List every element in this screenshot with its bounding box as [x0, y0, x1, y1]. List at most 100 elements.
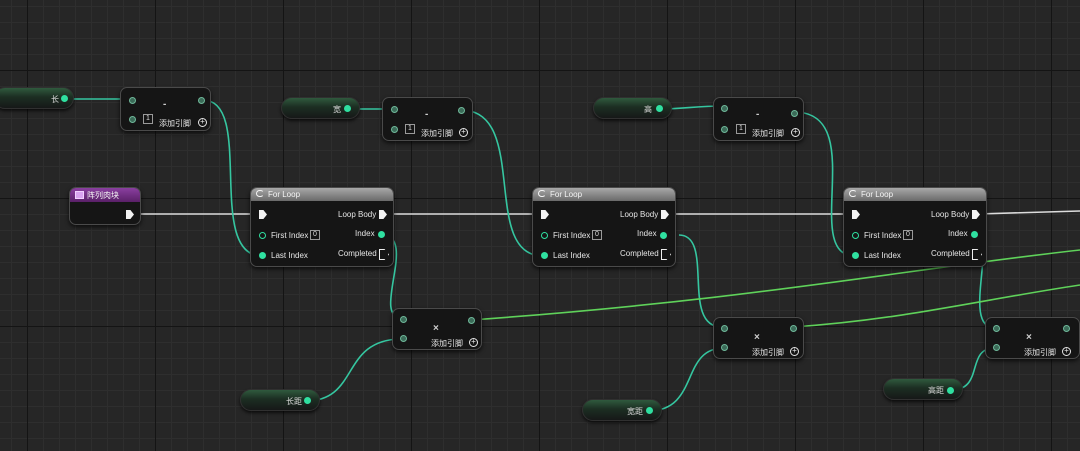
- subtract-node-height[interactable]: 1 - 添加引脚 +: [713, 97, 804, 141]
- add-pin-icon[interactable]: +: [791, 128, 800, 137]
- multiply-operator: ×: [1026, 332, 1032, 343]
- loop-body-label: Loop Body: [338, 210, 377, 219]
- input-pin-b[interactable]: [400, 335, 407, 342]
- for-loop-title: For Loop: [268, 190, 301, 199]
- subtract-value[interactable]: 1: [736, 124, 746, 134]
- output-pin[interactable]: [790, 325, 797, 332]
- subtract-node-length[interactable]: 1 - 添加引脚 +: [120, 87, 211, 131]
- for-loop-header: For Loop: [844, 188, 986, 201]
- completed-pin[interactable]: [972, 249, 982, 260]
- loop-body-pin[interactable]: [972, 210, 980, 219]
- var-height[interactable]: 高: [593, 97, 672, 119]
- output-pin[interactable]: [458, 107, 465, 114]
- input-pin-b[interactable]: [993, 344, 1000, 351]
- index-pin[interactable]: [660, 232, 667, 239]
- var-width-gap[interactable]: 宽距: [582, 399, 662, 421]
- completed-pin[interactable]: [661, 249, 671, 260]
- input-pin-a[interactable]: [129, 97, 136, 104]
- exec-output-pin[interactable]: [126, 210, 134, 219]
- first-index-pin[interactable]: [541, 232, 548, 239]
- var-height-gap[interactable]: 高距: [883, 378, 963, 400]
- add-pin-icon[interactable]: +: [1062, 347, 1071, 356]
- exec-input-pin[interactable]: [852, 210, 860, 219]
- loop-body-label: Loop Body: [620, 210, 659, 219]
- input-pin-b[interactable]: [721, 344, 728, 351]
- index-label: Index: [355, 229, 375, 238]
- input-pin-a[interactable]: [721, 325, 728, 332]
- add-pin-icon[interactable]: +: [790, 347, 799, 356]
- first-index-value[interactable]: 0: [310, 230, 320, 240]
- index-pin[interactable]: [971, 231, 978, 238]
- custom-event-node[interactable]: 阵列肉块: [69, 187, 141, 225]
- multiply-node-height[interactable]: × 添加引脚 +: [985, 317, 1080, 359]
- loop-body-label: Loop Body: [931, 210, 970, 219]
- for-loop-title: For Loop: [550, 190, 583, 199]
- input-pin-a[interactable]: [400, 316, 407, 323]
- output-pin[interactable]: [304, 397, 311, 404]
- loop-body-pin[interactable]: [661, 210, 669, 219]
- add-pin-label: 添加引脚: [159, 119, 191, 128]
- index-pin[interactable]: [378, 231, 385, 238]
- add-pin-icon[interactable]: +: [198, 118, 207, 127]
- event-title: 阵列肉块: [87, 191, 119, 200]
- multiply-node-length[interactable]: × 添加引脚 +: [392, 308, 482, 350]
- subtract-value[interactable]: 1: [143, 114, 153, 124]
- output-pin[interactable]: [61, 95, 68, 102]
- last-index-pin[interactable]: [259, 252, 266, 259]
- first-index-label: First Index: [553, 231, 591, 240]
- var-label: 长: [51, 95, 59, 104]
- input-pin-a[interactable]: [993, 325, 1000, 332]
- output-pin[interactable]: [1063, 325, 1070, 332]
- for-loop-node-3[interactable]: For Loop Loop Body First Index 0 Index L…: [843, 187, 987, 267]
- output-pin[interactable]: [656, 105, 663, 112]
- blueprint-graph[interactable]: 长 宽 高 长距 宽距 高距 1 - 添加引脚 + 1 - 添加引脚 + 1 -…: [0, 0, 1080, 451]
- var-length-gap[interactable]: 长距: [240, 389, 320, 411]
- subtract-operator: -: [756, 109, 760, 120]
- var-label: 宽: [333, 105, 341, 114]
- for-loop-header: For Loop: [533, 188, 675, 201]
- output-pin[interactable]: [198, 97, 205, 104]
- add-pin-icon[interactable]: +: [459, 128, 468, 137]
- output-pin[interactable]: [947, 387, 954, 394]
- completed-label: Completed: [620, 249, 659, 258]
- input-pin-b[interactable]: [721, 126, 728, 133]
- output-pin[interactable]: [791, 110, 798, 117]
- input-pin-b[interactable]: [391, 126, 398, 133]
- last-index-pin[interactable]: [541, 252, 548, 259]
- last-index-label: Last Index: [271, 251, 308, 260]
- completed-pin[interactable]: [379, 249, 389, 260]
- subtract-value[interactable]: 1: [405, 124, 415, 134]
- first-index-label: First Index: [864, 231, 902, 240]
- add-pin-label: 添加引脚: [752, 129, 784, 138]
- output-pin[interactable]: [646, 407, 653, 414]
- first-index-value[interactable]: 0: [592, 230, 602, 240]
- loop-body-pin[interactable]: [379, 210, 387, 219]
- exec-input-pin[interactable]: [259, 210, 267, 219]
- multiply-operator: ×: [433, 323, 439, 334]
- first-index-value[interactable]: 0: [903, 230, 913, 240]
- input-pin-b[interactable]: [129, 116, 136, 123]
- int-wire: [678, 234, 723, 328]
- last-index-pin[interactable]: [852, 252, 859, 259]
- exec-wire: [976, 210, 1080, 215]
- index-label: Index: [637, 229, 657, 238]
- last-index-label: Last Index: [864, 251, 901, 260]
- input-pin-a[interactable]: [391, 106, 398, 113]
- first-index-pin[interactable]: [259, 232, 266, 239]
- var-width[interactable]: 宽: [281, 97, 360, 119]
- output-pin[interactable]: [468, 317, 475, 324]
- subtract-node-width[interactable]: 1 - 添加引脚 +: [382, 97, 473, 141]
- subtract-operator: -: [163, 99, 167, 110]
- multiply-node-width[interactable]: × 添加引脚 +: [713, 317, 804, 359]
- exec-input-pin[interactable]: [541, 210, 549, 219]
- add-pin-label: 添加引脚: [1024, 348, 1056, 357]
- loop-icon: [538, 190, 546, 197]
- output-pin[interactable]: [344, 105, 351, 112]
- input-pin-a[interactable]: [721, 105, 728, 112]
- event-header: 阵列肉块: [70, 188, 140, 202]
- for-loop-node-1[interactable]: For Loop Loop Body First Index 0 Index L…: [250, 187, 394, 267]
- first-index-pin[interactable]: [852, 232, 859, 239]
- var-length[interactable]: 长: [0, 87, 74, 109]
- for-loop-node-2[interactable]: For Loop Loop Body First Index 0 Index L…: [532, 187, 676, 267]
- add-pin-icon[interactable]: +: [469, 338, 478, 347]
